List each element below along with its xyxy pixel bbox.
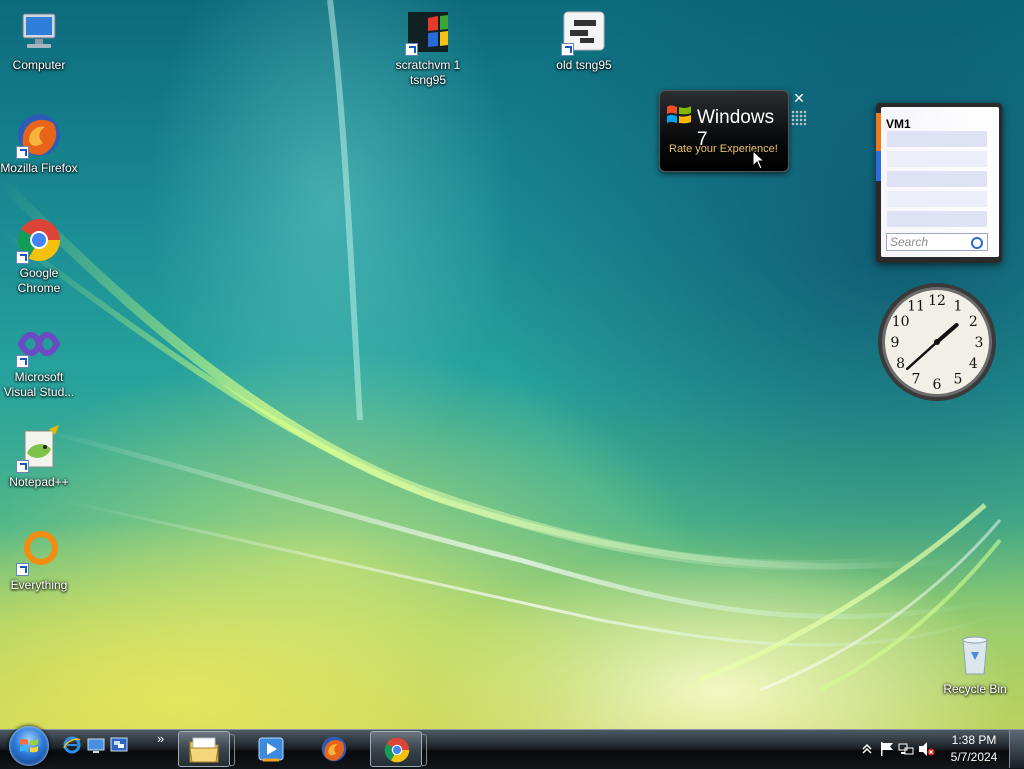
desktop-icon-computer[interactable]: Computer	[0, 8, 78, 73]
desktop-icon-everything[interactable]: Everything	[0, 528, 78, 593]
clock-numeral: 12	[928, 293, 946, 309]
desktop-icon-label: Microsoft Visual Stud...	[3, 370, 75, 399]
windows7-rating-gadget[interactable]: Windows 7 Rate your Experience!	[659, 90, 789, 172]
feed-headline-row[interactable]	[887, 131, 987, 147]
taskbar-button-firefox[interactable]	[308, 731, 360, 767]
shortcut-arrow-icon	[16, 460, 29, 473]
recycle-bin-icon	[951, 632, 999, 680]
show-hidden-icons-chevron[interactable]	[862, 742, 872, 756]
clock-numeral: 3	[975, 335, 984, 351]
notepadpp-icon	[15, 425, 63, 473]
shortcut-arrow-icon	[561, 43, 574, 56]
everything-icon	[15, 528, 63, 576]
desktop-background[interactable]: Computer Mozilla Firefox Google Chrome M…	[0, 0, 1024, 768]
search-icon[interactable]	[971, 237, 983, 249]
shortcut-arrow-icon	[16, 563, 29, 576]
desktop-icon-label: scratchvm 1 tsng95	[395, 58, 461, 87]
clock-numeral: 2	[969, 314, 978, 330]
taskbar-button-stack-edge	[230, 734, 235, 766]
clock-numeral: 11	[907, 299, 925, 315]
desktop-icon-label: Everything	[10, 578, 68, 592]
taskbar-clock-date[interactable]: 5/7/2024	[946, 750, 1002, 764]
gadget-close-button[interactable]: ✕	[791, 90, 807, 106]
chrome-icon	[384, 737, 410, 763]
computer-icon	[15, 8, 63, 56]
clock-numeral: 7	[912, 371, 921, 387]
mouse-cursor-icon	[752, 150, 766, 170]
feed-headline-row[interactable]	[887, 171, 987, 187]
visual-studio-icon	[15, 320, 63, 368]
shortcut-arrow-icon	[16, 355, 29, 368]
start-button[interactable]	[9, 726, 49, 766]
desktop-icon-label: old tsng95	[556, 58, 612, 72]
desktop-icon-chrome[interactable]: Google Chrome	[0, 216, 78, 296]
desktop-icon-firefox[interactable]: Mozilla Firefox	[0, 111, 78, 176]
feed-headline-row[interactable]	[887, 151, 987, 167]
network-diagram-icon	[560, 8, 608, 56]
windows-flag-icon	[667, 105, 691, 124]
switch-windows-icon[interactable]	[110, 736, 128, 754]
show-desktop-icon[interactable]	[87, 736, 105, 754]
shortcut-arrow-icon	[16, 251, 29, 264]
analog-clock-gadget[interactable]: 12 12 3 45678 9 1011	[876, 281, 998, 403]
desktop-icon-label: Notepad++	[9, 475, 69, 489]
desktop-icon-notepadpp[interactable]: Notepad++	[0, 425, 78, 490]
taskbar-button-chrome[interactable]	[370, 731, 422, 767]
network-icon[interactable]	[898, 741, 914, 757]
chrome-icon	[15, 216, 63, 264]
desktop-icon-old-tsng95[interactable]: old tsng95	[545, 8, 623, 73]
clock-numeral: 6	[933, 377, 942, 393]
taskbar-button-stack-edge	[422, 734, 427, 766]
show-desktop-button[interactable]	[1009, 730, 1024, 768]
shortcut-arrow-icon	[16, 146, 29, 159]
scratchvm-icon	[404, 8, 452, 56]
folder-icon	[189, 737, 219, 763]
windows-logo-icon	[20, 738, 38, 753]
wallpaper-swooshes	[0, 0, 1011, 692]
firefox-icon	[15, 111, 63, 159]
desktop-icon-label: Mozilla Firefox	[0, 161, 78, 175]
feed-headline-row[interactable]	[887, 211, 987, 227]
clock-numeral: 8	[896, 356, 905, 372]
volume-muted-icon[interactable]	[917, 741, 935, 757]
desktop-icon-scratchvm[interactable]: scratchvm 1 tsng95	[389, 8, 467, 88]
clock-numeral: 9	[891, 335, 900, 351]
clock-numeral: 4	[969, 356, 978, 372]
taskbar-button-explorer[interactable]	[178, 731, 230, 767]
feed-headline-row[interactable]	[887, 191, 987, 207]
feed-panel: VM1 Search	[881, 107, 999, 257]
action-center-flag-icon[interactable]	[879, 741, 895, 757]
desktop-icon-visual-studio[interactable]: Microsoft Visual Stud...	[0, 320, 78, 400]
quick-launch-overflow[interactable]: »	[157, 731, 164, 746]
ie-icon[interactable]	[63, 736, 81, 754]
feed-title: VM1	[886, 117, 911, 131]
taskbar-clock-time[interactable]: 1:38 PM	[946, 733, 1002, 747]
desktop-icon-label: Google Chrome	[17, 266, 61, 295]
firefox-icon	[321, 736, 347, 762]
shortcut-arrow-icon	[405, 43, 418, 56]
feed-headlines-gadget[interactable]: VM1 Search	[876, 103, 1002, 263]
desktop-icon-recycle-bin[interactable]: Recycle Bin	[936, 632, 1014, 697]
desktop-icon-label: Recycle Bin	[943, 682, 1007, 696]
taskbar-button-media-player[interactable]	[246, 731, 298, 767]
media-player-icon	[258, 737, 284, 762]
clock-numeral: 10	[892, 314, 910, 330]
gadget-drag-handle[interactable]	[791, 110, 807, 126]
clock-numeral: 5	[954, 371, 963, 387]
desktop-icon-label: Computer	[12, 58, 66, 72]
clock-numeral: 1	[954, 299, 963, 315]
